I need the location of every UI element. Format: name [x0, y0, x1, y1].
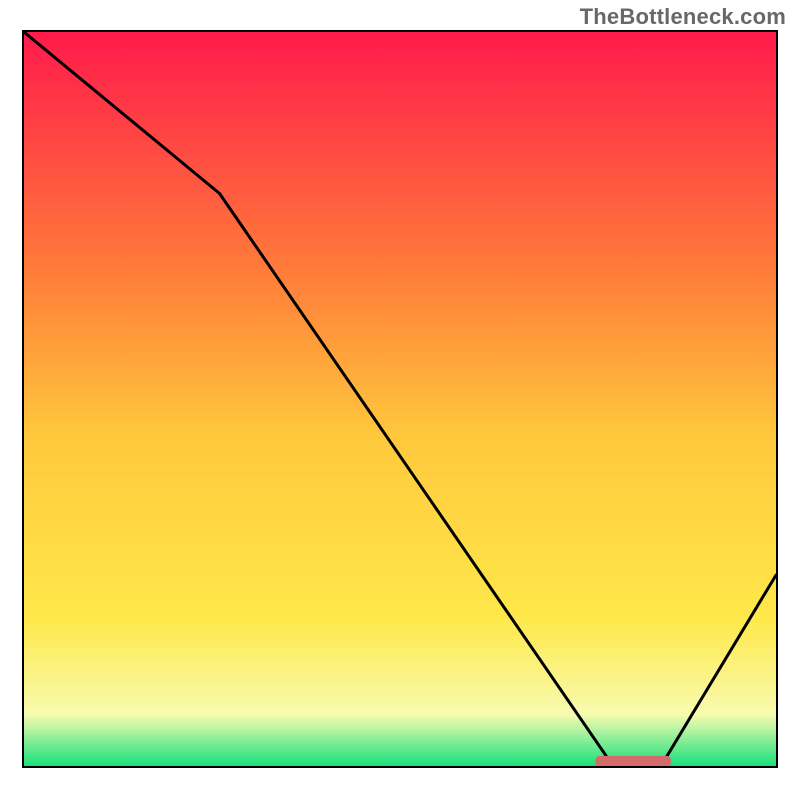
plot-area	[22, 30, 778, 768]
gradient-background	[24, 32, 776, 766]
optimal-marker	[596, 756, 671, 766]
chart-container: TheBottleneck.com	[0, 0, 800, 800]
watermark-text: TheBottleneck.com	[580, 4, 786, 30]
chart-svg	[24, 32, 776, 766]
